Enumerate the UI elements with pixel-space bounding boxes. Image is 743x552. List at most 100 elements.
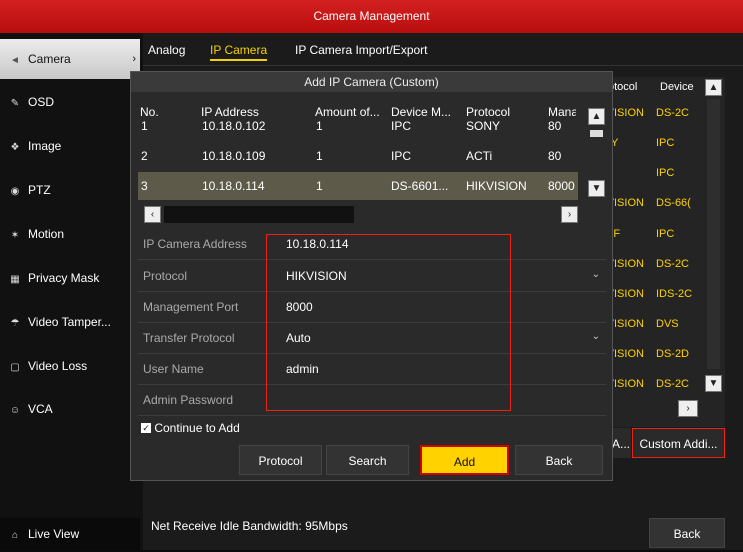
sidebar-item-privacy-mask[interactable]: ▦ Privacy Mask [0,258,140,298]
video-tamper-icon: ☂ [10,318,20,329]
scroll-up-button[interactable]: ▲ [705,79,722,96]
tab-ip-camera[interactable]: IP Camera [210,43,268,61]
table-row[interactable]: 2 10.18.0.109 1 IPC ACTi 80 [138,142,578,170]
partial-button[interactable]: A... [611,428,631,458]
table-cell: 10.18.0.109 [202,149,266,163]
table-cell: IPC [656,167,675,179]
field-label: User Name [143,362,204,376]
scroll-left-button[interactable]: ‹ [144,206,161,223]
home-icon: ⌂ [11,530,19,541]
add-button[interactable]: Add [420,445,509,475]
sidebar-item-label: OSD [28,95,55,109]
tab-ip-camera-import-export[interactable]: IP Camera Import/Export [295,43,428,57]
protocol-button[interactable]: Protocol [239,445,322,475]
table-cell: IPC [656,228,675,240]
table-cell: DS-6601... [391,179,449,193]
scroll-down-button[interactable]: ▼ [705,375,722,392]
scroll-up-button[interactable]: ▲ [588,108,605,125]
table-cell: 2 [141,149,148,163]
vca-icon: ☺ [9,405,21,416]
table-cell: 1 [316,119,323,133]
sidebar-item-video-tamper[interactable]: ☂ Video Tamper... [0,302,140,342]
sidebar-item-label: VCA [28,402,53,416]
field-label: Protocol [143,269,188,283]
table-cell: DS-2C [656,107,690,119]
sidebar-item-label: PTZ [28,183,51,197]
table-cell: 1 [316,179,323,193]
table-cell: 1 [141,119,148,133]
sidebar-item-motion[interactable]: ✶ Motion [0,214,140,254]
scroll-right-button[interactable]: › [561,206,578,223]
table-cell: 80 [548,119,562,133]
table-cell: SONY [466,119,501,133]
sidebar-item-vca[interactable]: ☺ VCA [0,389,140,429]
camera-icon: ◄ [10,55,20,66]
field-label: Transfer Protocol [143,331,235,345]
sidebar-item-label: Motion [28,227,65,241]
table-cell: 3 [141,179,148,193]
sidebar-item-label: Camera [28,52,71,66]
field-label: Management Port [143,300,239,314]
sidebar-item-video-loss[interactable]: ▢ Video Loss [0,346,140,386]
highlight-box [266,234,511,411]
live-view-label: Live View [28,527,80,541]
table-cell: IPC [656,137,675,149]
chevron-down-icon[interactable]: ⌄ [592,269,600,280]
table-cell: DS-2C [656,258,690,270]
continue-to-add-checkbox[interactable]: ✓ Continue to Add [141,420,240,435]
table-cell: 10.18.0.114 [202,179,265,193]
table-cell: IPC [391,119,412,133]
checkmark-icon: ✓ [141,422,151,433]
window-title: Camera Management [0,0,743,33]
table-cell: 80 [548,149,562,163]
bandwidth-text: Net Receive Idle Bandwidth: 95Mbps [151,519,348,533]
checkbox-label: Continue to Add [154,420,240,435]
sidebar-item-label: Video Tamper... [28,315,111,329]
video-loss-icon: ▢ [10,362,20,373]
sidebar-item-label: Video Loss [28,359,88,373]
table-cell: DS-2D [656,348,690,360]
sidebar-item-osd[interactable]: ✎ OSD [0,82,140,122]
motion-icon: ✶ [10,230,20,241]
table-row-selected[interactable]: 3 10.18.0.114 1 DS-6601... HIKVISION 800… [138,172,578,200]
chevron-down-icon[interactable]: ⌄ [592,331,600,342]
ip-camera-table: otocol Device (VISION DS-2C NY IPC TI IP… [600,77,725,427]
sidebar-item-label: Image [28,139,62,153]
tab-analog[interactable]: Analog [148,43,185,57]
scroll-right-button[interactable]: › [678,400,698,417]
table-cell: ACTi [466,149,493,163]
osd-icon: ✎ [10,98,20,109]
table-cell: 8000 [548,179,575,193]
table-cell: IDS-2C [656,288,693,300]
sidebar: ◄ Camera › ✎ OSD ❖ Image ◉ PTZ ✶ Motion ▦ Priv… [0,33,143,550]
table-cell: 10.18.0.102 [202,119,266,133]
table-cell: HIKVISION [466,179,527,193]
field-label: IP Camera Address [143,237,247,251]
table-cell: 1 [316,149,323,163]
sidebar-item-image[interactable]: ❖ Image [0,126,140,166]
table-cell: DVS [656,318,679,330]
dialog-title: Add IP Camera (Custom) [131,72,612,92]
ptz-icon: ◉ [10,186,20,197]
table-cell: IPC [391,149,412,163]
scrollbar-track[interactable] [707,99,720,369]
search-button[interactable]: Search [326,445,409,475]
tab-divider [143,65,743,66]
sidebar-item-label: Privacy Mask [28,271,100,285]
column-header: Device [660,81,694,93]
back-button[interactable]: Back [649,518,725,548]
scrollbar-thumb[interactable] [590,130,603,137]
horizontal-scrollbar[interactable] [164,206,354,223]
table-row[interactable]: 1 10.18.0.102 1 IPC SONY 80 [138,117,578,133]
custom-add-button[interactable]: Custom Addi... [632,428,725,458]
table-cell: DS-2C [656,378,690,390]
image-icon: ❖ [10,142,20,153]
sidebar-item-ptz[interactable]: ◉ PTZ [0,170,140,210]
live-view-button[interactable]: ⌂ Live View [0,518,140,550]
scroll-down-button[interactable]: ▼ [588,180,605,197]
add-ip-camera-dialog: Add IP Camera (Custom) No. IP Address Am… [130,71,613,481]
table-cell: DS-66( [656,197,691,209]
sidebar-item-camera[interactable]: ◄ Camera › [0,39,140,79]
privacy-mask-icon: ▦ [10,274,20,285]
back-button[interactable]: Back [515,445,603,475]
